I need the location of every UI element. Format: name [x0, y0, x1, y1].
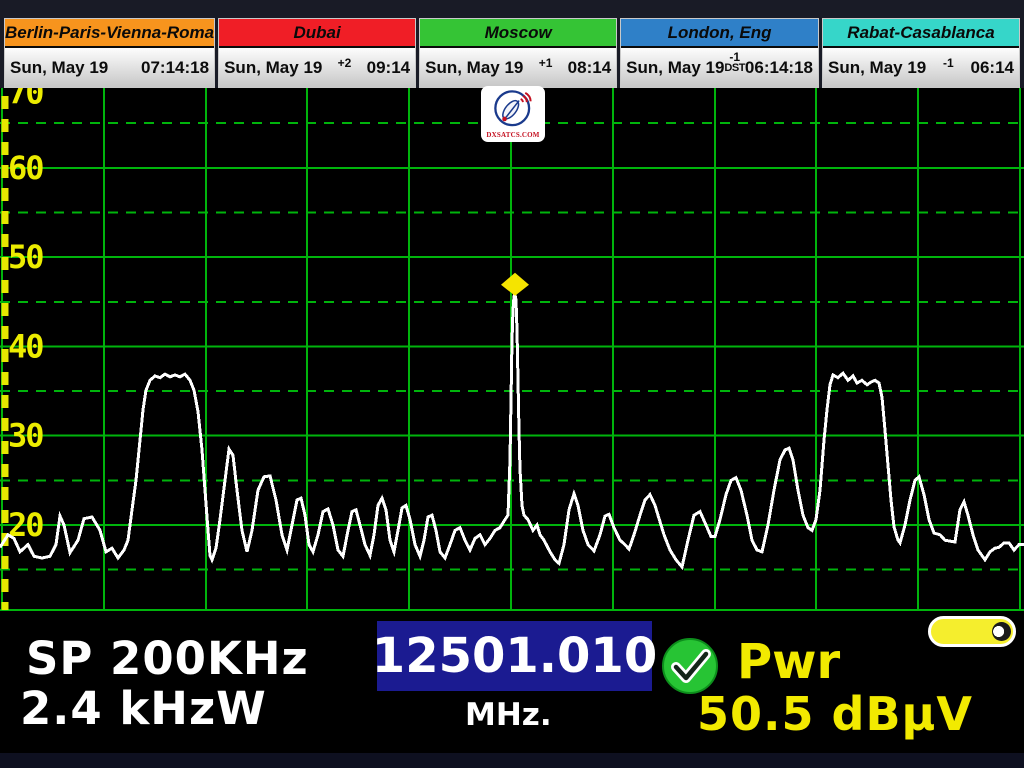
- y-axis-label: 40: [8, 327, 43, 365]
- utc-offset-label: +2: [338, 57, 352, 69]
- city-label: Rabat-Casablanca: [823, 19, 1019, 48]
- clock-panel-0: Berlin-Paris-Vienna-Roma Sun, May 19 07:14…: [4, 18, 215, 88]
- frequency-field[interactable]: 12501.010: [377, 621, 652, 691]
- bandwidth-readout: 2.4 kHzW: [20, 682, 267, 735]
- clock-time-row: Sun, May 19 07:14:18: [5, 48, 214, 87]
- span-readout: SP 200KHz: [26, 632, 309, 685]
- spectrum-chart: 706050403020: [0, 88, 1024, 612]
- y-axis-label: 60: [8, 149, 43, 187]
- city-label: Moscow: [420, 19, 616, 48]
- time-value: 08:14: [568, 58, 611, 78]
- dxsatcs-logo: DXSATCS.COM: [481, 86, 545, 142]
- battery-tip: [992, 622, 1011, 641]
- date-label: Sun, May 19: [828, 58, 926, 78]
- y-axis-label: 70: [8, 88, 43, 112]
- clock-time-row: Sun, May 19 +2 09:14: [219, 48, 415, 87]
- utc-offset-label: +1: [539, 57, 553, 69]
- spectrum-svg: 706050403020: [0, 88, 1024, 612]
- power-label: Pwr: [737, 634, 840, 690]
- clock-panel-1: Dubai Sun, May 19 +2 09:14: [218, 18, 416, 88]
- meter-screen: Berlin-Paris-Vienna-Roma Sun, May 19 07:14…: [0, 0, 1024, 768]
- date-label: Sun, May 19: [10, 58, 108, 78]
- logo-text: DXSATCS.COM: [486, 131, 539, 139]
- utc-offset-label: -1DST: [724, 51, 745, 74]
- date-label: Sun, May 19: [425, 58, 523, 78]
- date-label: Sun, May 19: [224, 58, 322, 78]
- time-value: 07:14:18: [141, 58, 209, 78]
- y-axis-label: 50: [8, 238, 43, 276]
- clock-panel-3: London, EngSun, May 19-1DST06:14:18: [620, 18, 819, 88]
- city-label: Dubai: [219, 19, 415, 48]
- battery-icon: [928, 616, 1016, 647]
- time-value: 06:14:18: [745, 58, 813, 78]
- clock-panel-4: Rabat-Casablanca Sun, May 19 -1 06:14: [822, 18, 1020, 88]
- top-strip: [0, 0, 1024, 18]
- utc-offset-label: -1: [943, 57, 954, 69]
- y-axis-label: 30: [8, 417, 43, 455]
- date-label: Sun, May 19: [626, 58, 724, 78]
- clock-panel-2: Moscow Sun, May 19 +1 08:14: [419, 18, 617, 88]
- clock-time-row: Sun, May 19-1DST06:14:18: [621, 48, 818, 87]
- world-clock-bar: Berlin-Paris-Vienna-Roma Sun, May 19 07:14…: [0, 18, 1024, 88]
- power-value: 50.5 dBµV: [697, 687, 973, 741]
- city-label: London, Eng: [621, 19, 818, 48]
- time-value: 06:14: [971, 58, 1014, 78]
- bottom-strip: [0, 753, 1024, 768]
- peak-marker-diamond: [501, 273, 529, 296]
- time-value: 09:14: [367, 58, 410, 78]
- clock-time-row: Sun, May 19 -1 06:14: [823, 48, 1019, 87]
- frequency-unit: MHz.: [465, 697, 552, 733]
- satellite-dish-icon: [490, 87, 536, 131]
- clock-time-row: Sun, May 19 +1 08:14: [420, 48, 616, 87]
- frequency-value: 12501.010: [372, 628, 657, 684]
- city-label: Berlin-Paris-Vienna-Roma: [5, 19, 214, 48]
